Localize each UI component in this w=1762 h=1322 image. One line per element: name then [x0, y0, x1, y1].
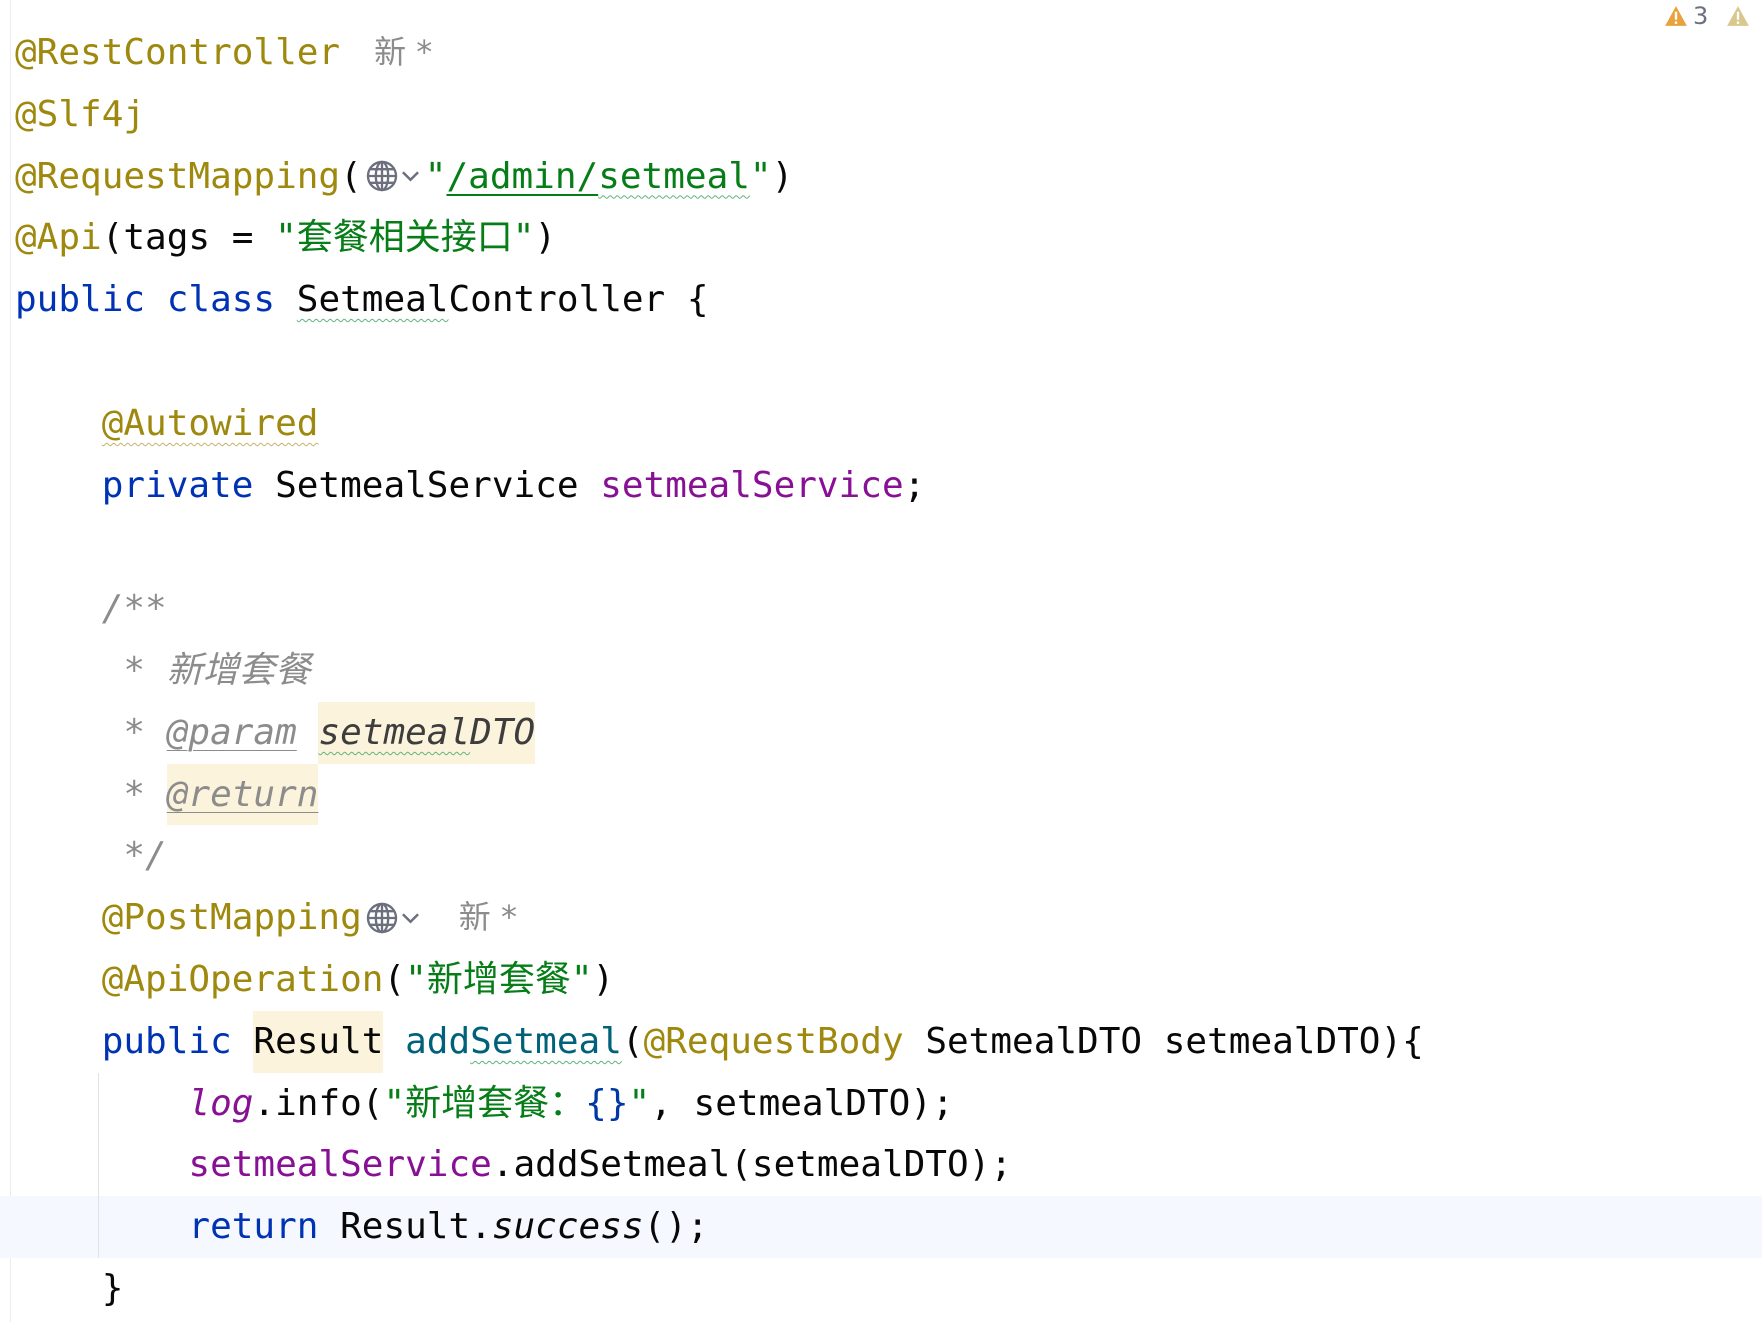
- string-quote: ": [749, 155, 772, 197]
- rest-controller-annotation: @RestController: [15, 32, 341, 73]
- url-path-segment[interactable]: setmeal: [598, 146, 750, 208]
- result-class-reference: Result.: [340, 1206, 492, 1248]
- string-quote: ": [628, 1082, 651, 1124]
- close-paren: ): [771, 155, 794, 197]
- doc-param-value-rest: DTO: [470, 711, 536, 753]
- doc-comment-star: *: [101, 773, 167, 815]
- code-line[interactable]: @RestController 新 *: [15, 22, 1755, 84]
- api-annotation: @Api: [15, 217, 102, 259]
- slf4j-annotation: @Slf4j: [15, 93, 146, 135]
- class-name-typo-part: Setmeal: [296, 279, 449, 321]
- open-paren: (: [340, 155, 362, 197]
- globe-icon: [365, 901, 399, 935]
- endpoint-url-menu[interactable]: [365, 159, 420, 193]
- static-method-call: success: [491, 1206, 644, 1248]
- service-field-reference: setmealService: [188, 1144, 492, 1186]
- method-name-typo-part: Setmeal: [470, 1020, 622, 1062]
- service-method-call: .addSetmeal(setmealDTO);: [491, 1144, 1012, 1186]
- blank-code-line[interactable]: [15, 331, 1755, 393]
- doc-return-highlight: @return: [166, 763, 319, 826]
- doc-comment-close: */: [101, 835, 167, 877]
- public-keyword: public: [101, 1020, 254, 1062]
- class-name-rest: Controller {: [448, 279, 709, 321]
- code-line[interactable]: setmealService .addSetmeal(setmealDTO);: [15, 1134, 1755, 1196]
- code-line[interactable]: @Slf4j: [15, 84, 1755, 146]
- request-body-annotation: @RequestBody: [643, 1020, 904, 1062]
- closing-brace: }: [101, 1267, 124, 1309]
- class-keyword: class: [166, 279, 297, 321]
- request-mapping-annotation: @RequestMapping: [15, 155, 341, 197]
- code-editor[interactable]: 3 @RestController 新 * @Slf4j @RequestMap…: [0, 0, 1762, 1322]
- globe-icon: [365, 159, 399, 193]
- log-format-placeholder: {}: [585, 1082, 629, 1124]
- code-line[interactable]: private SetmealService setmealService ;: [15, 455, 1755, 517]
- doc-comment-star: *: [101, 711, 167, 753]
- semicolon: ;: [903, 464, 926, 506]
- log-info-call: .info(: [253, 1082, 384, 1124]
- blank-code-line[interactable]: [15, 516, 1755, 578]
- return-type-highlight: Result: [253, 1010, 384, 1073]
- api-tags-value: "套餐相关接口": [275, 217, 535, 259]
- return-keyword: return: [188, 1206, 341, 1248]
- author-inlay-hint[interactable]: 新 *: [459, 887, 517, 949]
- public-keyword: public: [15, 279, 167, 321]
- code-line[interactable]: @PostMapping 新 *: [15, 887, 1755, 949]
- chevron-down-icon: [401, 912, 420, 924]
- doc-return-tag: @return: [166, 773, 319, 815]
- code-line[interactable]: */: [15, 825, 1755, 887]
- code-line[interactable]: * @param setmeal DTO: [15, 701, 1755, 764]
- chevron-down-icon: [401, 170, 420, 183]
- autowired-annotation: @Autowired: [101, 402, 319, 444]
- doc-param-tag: @param: [166, 711, 297, 753]
- code-line[interactable]: /**: [15, 578, 1755, 640]
- post-mapping-annotation: @PostMapping: [101, 897, 362, 939]
- logger-field: log: [188, 1082, 254, 1124]
- api-tags-argument: (tags =: [101, 217, 276, 259]
- api-operation-value: "新增套餐": [405, 958, 593, 1000]
- code-line[interactable]: public Result add Setmeal ( @RequestBody…: [15, 1010, 1755, 1073]
- code-area[interactable]: @RestController 新 * @Slf4j @RequestMappi…: [15, 22, 1755, 1320]
- current-code-line[interactable]: return Result. success ();: [15, 1196, 1755, 1258]
- doc-comment-open: /**: [101, 588, 167, 630]
- method-parameters: SetmealDTO setmealDTO){: [903, 1020, 1424, 1062]
- string-quote: ": [424, 155, 447, 197]
- code-line[interactable]: log .info( "新增套餐： {} " , setmealDTO);: [15, 1073, 1755, 1135]
- doc-comment-text: 新增套餐: [166, 649, 311, 691]
- code-line[interactable]: }: [15, 1258, 1755, 1320]
- private-keyword: private: [101, 464, 276, 506]
- field-type: SetmealService: [275, 464, 601, 506]
- url-path-prefix[interactable]: /admin/: [446, 146, 598, 208]
- endpoint-url-menu[interactable]: [365, 901, 420, 935]
- doc-comment-star: *: [101, 649, 167, 691]
- api-operation-annotation: @ApiOperation: [101, 958, 384, 1000]
- code-line[interactable]: * @return: [15, 763, 1755, 826]
- return-type: Result: [253, 1020, 384, 1062]
- doc-param-value-highlight: setmeal DTO: [318, 701, 536, 764]
- field-name: setmealService: [600, 464, 904, 506]
- log-call-arguments: , setmealDTO);: [650, 1082, 954, 1124]
- code-line[interactable]: @RequestMapping ( " /admin/ setmeal " ): [15, 146, 1755, 208]
- close-paren: ): [534, 217, 557, 259]
- gutter-divider: [10, 0, 11, 1322]
- method-name-prefix: add: [383, 1020, 471, 1062]
- code-line[interactable]: @Api (tags = "套餐相关接口" ): [15, 207, 1755, 269]
- author-inlay-hint[interactable]: 新 *: [374, 22, 432, 84]
- doc-param-value-typo-part: setmeal: [318, 711, 471, 753]
- call-parens: ();: [643, 1206, 709, 1248]
- code-line[interactable]: @Autowired: [15, 393, 1755, 455]
- code-line[interactable]: * 新增套餐: [15, 640, 1755, 702]
- code-line[interactable]: public class Setmeal Controller {: [15, 269, 1755, 331]
- log-message-string: "新增套餐：: [383, 1082, 586, 1124]
- open-paren: (: [383, 958, 406, 1000]
- code-line[interactable]: @ApiOperation ( "新增套餐" ): [15, 949, 1755, 1011]
- close-paren: ): [592, 958, 615, 1000]
- open-paren: (: [621, 1020, 644, 1062]
